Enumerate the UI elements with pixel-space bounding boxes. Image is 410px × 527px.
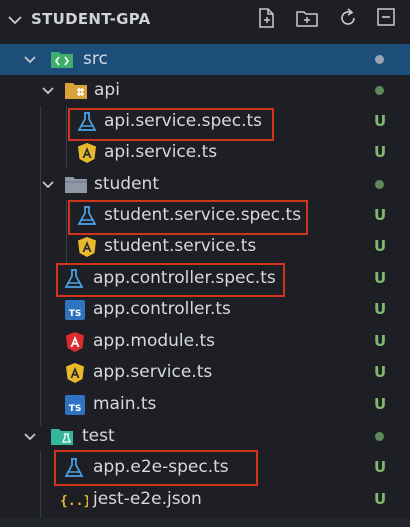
typescript-icon: TS [64, 394, 86, 416]
chevron-down-icon[interactable] [40, 177, 56, 193]
tree-item-label: api.service.ts [104, 142, 218, 162]
untracked-status: U [374, 332, 387, 350]
refresh-icon[interactable] [336, 6, 360, 30]
folder-icon [64, 173, 87, 195]
tree-item-label: main.ts [93, 394, 157, 414]
angular-service-icon [76, 142, 98, 164]
angular-icon [64, 331, 86, 353]
tree-folder-src[interactable]: src [0, 44, 410, 75]
tree-item-label: test [82, 426, 115, 446]
tree-item-label: api.service.spec.ts [104, 111, 263, 131]
tree-folder-test[interactable]: test [0, 421, 410, 452]
flask-icon [63, 268, 85, 290]
tree-file-app-service[interactable]: app.service.ts U [0, 357, 410, 388]
tree-item-label: jest-e2e.json [93, 489, 202, 509]
svg-text:TS: TS [69, 309, 82, 319]
workspace-title[interactable]: STUDENT-GPA [31, 10, 151, 28]
tree-item-label: app.module.ts [93, 331, 216, 351]
tree-item-label: student [94, 174, 159, 194]
chevron-down-icon[interactable] [6, 11, 24, 33]
tree-file-app-module[interactable]: app.module.ts U [0, 326, 410, 357]
untracked-status: U [374, 395, 387, 413]
folder-api-icon [64, 79, 87, 101]
status-dot [375, 55, 384, 64]
tree-item-label: student.service.spec.ts [104, 205, 302, 225]
chevron-down-icon[interactable] [22, 429, 38, 445]
svg-text:TS: TS [69, 404, 82, 414]
angular-service-icon [76, 236, 98, 258]
tree-item-label: app.controller.spec.ts [93, 268, 276, 288]
tree-item-label: app.e2e-spec.ts [93, 457, 229, 477]
folder-src-icon [50, 48, 73, 70]
flask-icon [76, 205, 98, 227]
untracked-status: U [374, 143, 387, 161]
chevron-down-icon[interactable] [40, 83, 56, 99]
tree-file-app-controller[interactable]: TS app.controller.ts U [0, 294, 410, 325]
tree-folder-api[interactable]: api [0, 75, 410, 106]
tree-item-label: student.service.ts [104, 236, 257, 256]
tree-file-jest-e2e-json[interactable]: {..} jest-e2e.json U [0, 484, 410, 515]
tree-item-label: app.service.ts [93, 362, 213, 382]
tree-item-label: app.controller.ts [93, 299, 231, 319]
status-dot [375, 180, 384, 189]
untracked-status: U [374, 363, 387, 381]
untracked-status: U [374, 490, 387, 508]
tree-file-app-controller-spec[interactable]: app.controller.spec.ts U [0, 263, 410, 294]
untracked-status: U [374, 269, 387, 287]
tree-file-api-service-spec[interactable]: api.service.spec.ts U [0, 106, 410, 137]
svg-text:{..}: {..} [60, 494, 88, 509]
folder-test-icon [50, 425, 73, 447]
new-file-icon[interactable] [255, 6, 279, 30]
untracked-status: U [374, 458, 387, 476]
status-dot [375, 432, 384, 441]
new-folder-icon[interactable] [295, 6, 319, 30]
angular-service-icon [64, 362, 86, 384]
untracked-status: U [374, 300, 387, 318]
untracked-status: U [374, 237, 387, 255]
untracked-status: U [374, 206, 387, 224]
tree-file-app-e2e-spec[interactable]: app.e2e-spec.ts U [0, 452, 410, 483]
tree-file-main[interactable]: TS main.ts U [0, 389, 410, 420]
tree-file-student-service[interactable]: student.service.ts U [0, 231, 410, 262]
tree-file-api-service[interactable]: api.service.ts U [0, 137, 410, 168]
status-dot [375, 86, 384, 95]
tree-item-label: src [83, 49, 108, 69]
json-icon: {..} [60, 489, 91, 511]
explorer-header: STUDENT-GPA [0, 0, 410, 40]
next-row-fragment [0, 518, 410, 527]
collapse-all-icon[interactable] [375, 6, 399, 30]
untracked-status: U [374, 112, 387, 130]
flask-icon [76, 111, 98, 133]
tree-folder-student[interactable]: student [0, 169, 410, 200]
tree-file-student-service-spec[interactable]: student.service.spec.ts U [0, 200, 410, 231]
typescript-icon: TS [64, 299, 86, 321]
chevron-down-icon[interactable] [22, 52, 38, 68]
tree-item-label: api [94, 80, 120, 100]
flask-icon [63, 457, 85, 479]
